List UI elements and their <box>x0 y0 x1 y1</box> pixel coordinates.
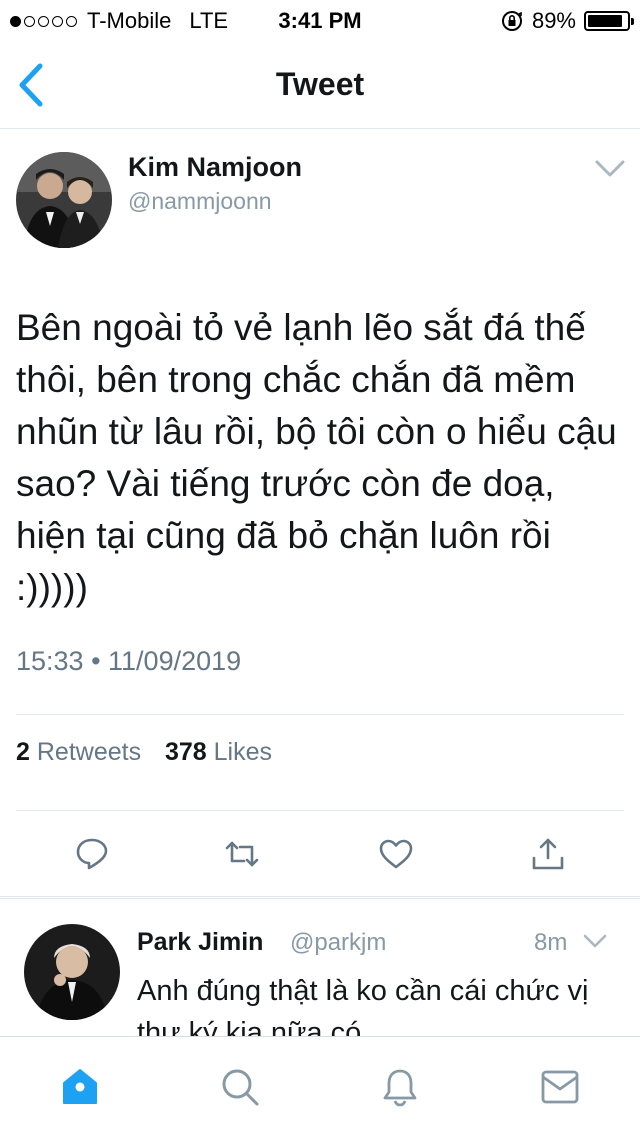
author-handle[interactable]: @nammjoonn <box>128 188 272 215</box>
divider <box>16 714 624 715</box>
tab-messages[interactable] <box>540 1067 580 1107</box>
retweets-count[interactable]: 2 <box>16 738 30 766</box>
tweet-stats: 2 Retweets 378 Likes <box>16 738 272 767</box>
heart-icon <box>379 839 413 869</box>
reply-button[interactable] <box>74 836 110 872</box>
chevron-down-icon <box>595 160 625 177</box>
reply-author-avatar[interactable] <box>24 924 120 1020</box>
tab-search[interactable] <box>220 1067 260 1107</box>
retweets-label[interactable]: Retweets <box>37 738 141 766</box>
status-right: 89% <box>500 8 634 34</box>
reply-tweet[interactable]: Park Jimin @parkjm 8m Anh đúng thật là k… <box>0 898 640 1038</box>
notifications-icon <box>383 1069 417 1107</box>
chevron-down-icon <box>583 934 607 948</box>
author-avatar[interactable] <box>16 152 112 248</box>
section-divider <box>0 896 640 897</box>
section-divider <box>0 898 640 899</box>
tweet-timestamp: 15:33 • 11/09/2019 <box>16 646 242 676</box>
search-icon <box>222 1069 259 1106</box>
reply-icon <box>76 838 108 870</box>
messages-icon <box>541 1070 579 1104</box>
author-name[interactable]: Kim Namjoon <box>128 152 302 183</box>
tweet-text: Bên ngoài tỏ vẻ lạnh lẽo sắt đá thế thôi… <box>16 307 617 608</box>
like-button[interactable] <box>378 836 414 872</box>
reply-text: Anh đúng thật là ko cần cái chức vị thư … <box>137 975 589 1038</box>
home-icon <box>63 1069 97 1104</box>
page-title: Tweet <box>275 66 365 102</box>
orientation-lock-icon <box>501 11 522 31</box>
likes-count[interactable]: 378 <box>165 738 207 766</box>
tweet-actions <box>0 810 640 896</box>
share-button[interactable] <box>530 836 566 872</box>
tab-notifications[interactable] <box>380 1067 420 1107</box>
likes-label[interactable]: Likes <box>214 738 272 766</box>
battery-percent: 89% <box>531 8 576 33</box>
retweet-icon <box>225 841 259 867</box>
tab-home[interactable] <box>60 1067 100 1107</box>
tweet-options-button[interactable] <box>594 158 626 180</box>
tab-bar <box>0 1036 640 1136</box>
reply-options-button[interactable] <box>582 932 608 950</box>
status-bar: T-Mobile LTE 3:41 PM 89% <box>0 0 640 40</box>
share-icon <box>532 838 564 870</box>
reply-author-handle[interactable]: @parkjm <box>290 929 386 957</box>
navigation-bar: Tweet <box>0 40 640 129</box>
reply-author-name[interactable]: Park Jimin <box>137 928 263 957</box>
retweet-button[interactable] <box>224 836 260 872</box>
reply-time: 8m <box>534 929 568 956</box>
battery-icon <box>584 11 634 31</box>
